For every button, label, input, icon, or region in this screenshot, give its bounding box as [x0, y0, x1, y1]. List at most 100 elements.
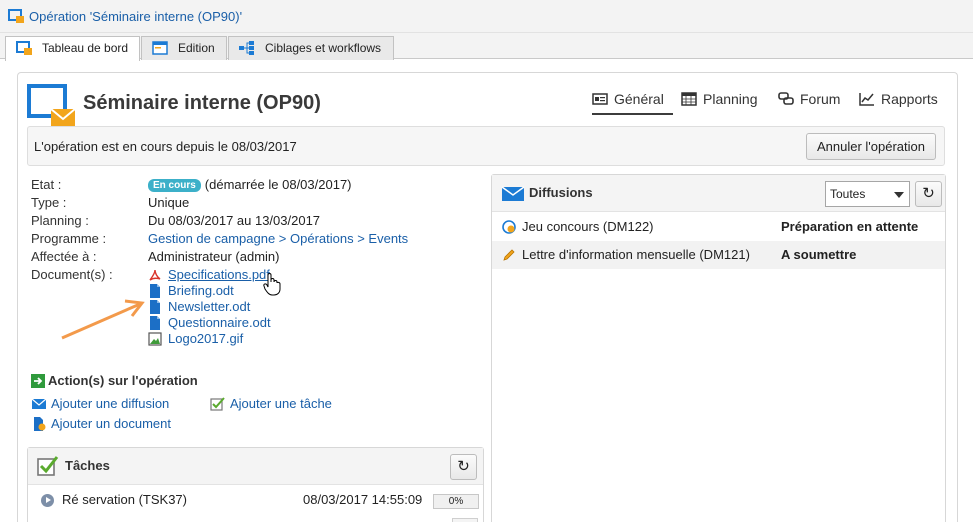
planning-value: Du 08/03/2017 au 13/03/2017	[148, 213, 321, 228]
filter-selected-value: Toutes	[830, 187, 866, 201]
affectee-label: Affectée à :	[31, 249, 97, 264]
tasks-check-icon	[37, 456, 59, 476]
add-task-label: Ajouter une tâche	[230, 396, 332, 411]
envelope-icon	[501, 186, 525, 201]
delivery-row[interactable]: Jeu concours (DM122) Préparation en atte…	[492, 213, 945, 241]
dashboard-icon	[16, 41, 32, 55]
tab-dashboard[interactable]: Tableau de bord	[5, 36, 140, 61]
edit-form-icon	[152, 41, 168, 55]
task-check-icon	[210, 397, 225, 411]
document-name: Specifications.pdf	[168, 267, 270, 282]
document-icon	[150, 316, 160, 330]
add-delivery-label: Ajouter une diffusion	[51, 396, 170, 411]
deliveries-panel: Diffusions Toutes ↻ Jeu concours (DM122)…	[491, 174, 946, 522]
tasks-panel: Tâches ↻ Ré servation (TSK37) 08/03/2017…	[27, 447, 484, 522]
document-name: Questionnaire.odt	[168, 315, 271, 330]
status-message: L'opération est en cours depuis le 08/03…	[34, 139, 297, 154]
delivery-status: A soumettre	[781, 247, 857, 262]
add-delivery-link[interactable]: Ajouter une diffusion	[31, 396, 169, 411]
tab-targeting-workflows[interactable]: Ciblages et workflows	[228, 36, 394, 60]
workflow-icon	[239, 41, 254, 55]
actions-section-title: Action(s) sur l'opération	[31, 373, 198, 388]
document-name: Logo2017.gif	[168, 331, 244, 346]
actions-title-text: Action(s) sur l'opération	[48, 373, 198, 388]
cancel-operation-button[interactable]: Annuler l'opération	[806, 133, 936, 160]
tasks-refresh-button[interactable]: ↻	[450, 454, 477, 480]
envelope-icon	[31, 398, 47, 409]
dashboard-panel: Séminaire interne (OP90) Général Plannin…	[17, 72, 958, 522]
scrollbar-handle[interactable]	[452, 518, 478, 522]
programme-link[interactable]: Gestion de campagne > Opérations > Event…	[148, 231, 408, 246]
add-document-icon	[34, 417, 46, 431]
affectee-value: Administrateur (admin)	[148, 249, 280, 264]
delivery-name: Jeu concours (DM122)	[522, 219, 654, 234]
programme-label: Programme :	[31, 231, 107, 246]
nav-rapports-label: Rapports	[881, 91, 938, 107]
task-name: Ré servation (TSK37)	[62, 492, 187, 507]
pencil-icon	[503, 249, 515, 261]
deliveries-title: Diffusions	[529, 185, 593, 200]
tab-edition[interactable]: Edition	[141, 36, 227, 60]
affectee-row: Affectée à : Administrateur (admin)	[31, 249, 471, 267]
documents-label: Document(s) :	[31, 267, 113, 282]
document-icon	[150, 284, 160, 298]
pdf-icon	[149, 269, 161, 281]
deliveries-filter-select[interactable]: Toutes	[825, 181, 910, 207]
operation-window-icon	[8, 9, 24, 23]
delivery-name: Lettre d'information mensuelle (DM121)	[522, 247, 750, 262]
etat-label: Etat :	[31, 177, 62, 192]
window-title-bar: Opération 'Séminaire interne (OP90)'	[0, 0, 973, 33]
tab-dashboard-label: Tableau de bord	[42, 41, 129, 55]
type-label: Type :	[31, 195, 67, 210]
tab-edition-label: Edition	[178, 41, 215, 55]
add-document-label: Ajouter un document	[51, 416, 171, 431]
tasks-header: Tâches ↻	[28, 448, 483, 485]
nav-general-label: Général	[614, 91, 664, 107]
delivery-status: Préparation en attente	[781, 219, 919, 234]
nav-rapports[interactable]: Rapports	[859, 91, 938, 117]
pending-delivery-icon	[502, 220, 516, 234]
task-progress-bar: 0%	[433, 494, 479, 509]
operation-status-bar: L'opération est en cours depuis le 08/03…	[27, 126, 945, 166]
operation-title: Séminaire interne (OP90)	[83, 92, 321, 114]
task-row[interactable]: Ré servation (TSK37) 08/03/2017 14:55:09…	[28, 492, 483, 510]
forum-icon	[778, 92, 794, 105]
task-date: 08/03/2017 14:55:09	[303, 492, 423, 507]
nav-forum[interactable]: Forum	[778, 91, 840, 117]
tab-strip: Tableau de bord Edition Ciblages et work…	[0, 33, 973, 61]
nav-forum-label: Forum	[800, 91, 841, 107]
arrow-right-icon	[31, 374, 45, 388]
etat-value: En cours (démarrée le 08/03/2017)	[148, 177, 352, 192]
nav-general[interactable]: Général	[592, 91, 673, 115]
refresh-icon: ↻	[922, 185, 935, 202]
image-icon	[148, 332, 162, 346]
type-row: Type : Unique	[31, 195, 471, 213]
type-value: Unique	[148, 195, 190, 210]
refresh-icon: ↻	[457, 458, 470, 475]
planning-row: Planning : Du 08/03/2017 au 13/03/2017	[31, 213, 471, 231]
add-task-link[interactable]: Ajouter une tâche	[210, 396, 332, 411]
etat-row: Etat : En cours (démarrée le 08/03/2017)	[31, 177, 471, 195]
general-icon	[592, 93, 608, 105]
play-status-icon	[41, 494, 54, 507]
document-name: Newsletter.odt	[168, 299, 251, 314]
calendar-icon	[681, 92, 697, 106]
add-document-link[interactable]: Ajouter un document	[31, 416, 171, 431]
document-name: Briefing.odt	[168, 283, 234, 298]
document-icon	[150, 300, 160, 314]
window-title: Opération 'Séminaire interne (OP90)'	[29, 9, 243, 24]
nav-planning[interactable]: Planning	[681, 91, 758, 117]
tasks-title: Tâches	[65, 458, 110, 473]
tab-targeting-workflows-label: Ciblages et workflows	[265, 41, 382, 55]
nav-planning-label: Planning	[703, 91, 758, 107]
chevron-down-icon	[894, 192, 904, 198]
deliveries-header: Diffusions Toutes ↻	[492, 175, 945, 212]
status-badge: En cours	[148, 179, 201, 192]
hand-cursor-icon	[263, 273, 281, 296]
annotation-arrow-icon	[61, 299, 145, 340]
programme-row: Programme : Gestion de campagne > Opérat…	[31, 231, 471, 249]
delivery-row[interactable]: Lettre d'information mensuelle (DM121) A…	[492, 241, 945, 269]
deliveries-refresh-button[interactable]: ↻	[915, 181, 942, 207]
etat-start-date: (démarrée le 08/03/2017)	[204, 177, 352, 192]
operation-envelope-icon	[27, 84, 75, 126]
